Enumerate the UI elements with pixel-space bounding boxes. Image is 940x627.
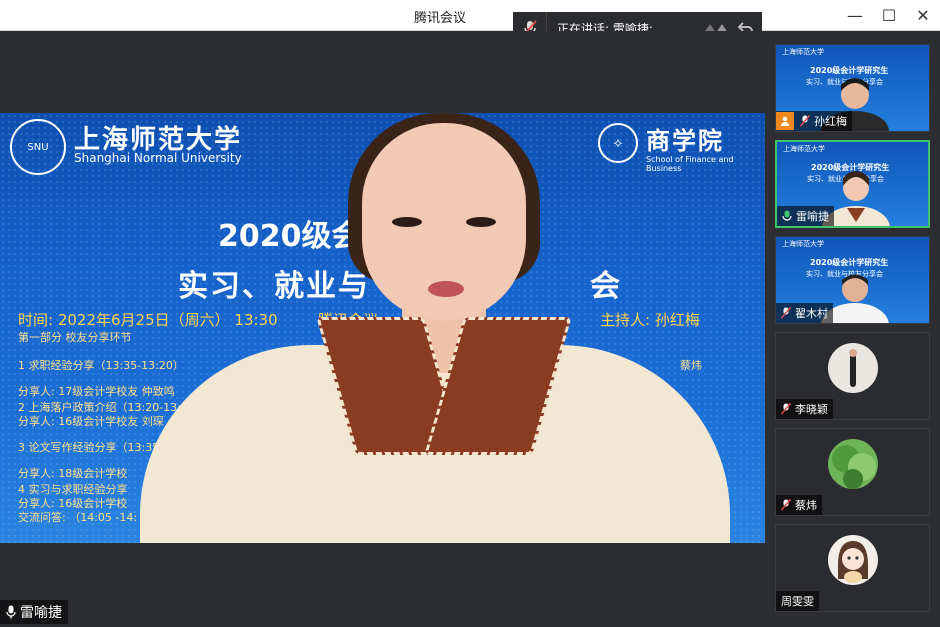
maximize-button[interactable]: ☐ xyxy=(872,0,906,31)
participant-label: 孙红梅 xyxy=(776,111,852,131)
participant-tile[interactable]: 上海师范大学 2020级会计学研究生 实习、就业与校友分享会 雷喻捷 xyxy=(775,140,930,228)
mic-muted-icon xyxy=(781,403,791,415)
participant-name: 孙红梅 xyxy=(814,115,847,128)
mic-active-icon xyxy=(782,210,792,221)
participant-name: 翟木村 xyxy=(795,307,828,320)
mic-muted-icon xyxy=(800,115,810,127)
window-controls: — ☐ ✕ xyxy=(838,0,940,31)
slide-line: 交流问答: （14:05 -14: xyxy=(18,511,138,524)
participant-list: 上海师范大学 2020级会计学研究生 实习、就业与校友分享会 孙红梅 上海师范大… xyxy=(765,31,940,627)
window-title: 腾讯会议 xyxy=(413,11,466,26)
participant-label: 李晓颖 xyxy=(776,399,833,419)
host-user-icon xyxy=(776,112,794,130)
main-video-area: SNU 上海师范大学 Shanghai Normal University ⟡ … xyxy=(0,31,765,627)
participant-name: 李晓颖 xyxy=(795,403,828,416)
participant-label: 周雯雯 xyxy=(776,591,819,611)
participant-label: 雷喻捷 xyxy=(777,206,834,226)
participant-avatar xyxy=(828,439,878,489)
mic-muted-icon xyxy=(781,307,791,319)
speaker-eye-right xyxy=(466,217,496,227)
thumb-slide-university: 上海师范大学 xyxy=(782,240,824,248)
title-bar: 腾讯会议 — ☐ ✕ xyxy=(0,0,940,31)
participant-name: 雷喻捷 xyxy=(796,210,829,223)
participant-tile[interactable]: 上海师范大学 2020级会计学研究生 实习、就业与校友分享会 孙红梅 xyxy=(775,44,930,132)
minimize-button[interactable]: — xyxy=(838,0,872,31)
thumb-slide-university: 上海师范大学 xyxy=(782,48,824,56)
close-button[interactable]: ✕ xyxy=(906,0,940,31)
slide-line: 第一部分 校友分享环节 xyxy=(18,331,132,344)
participant-avatar xyxy=(828,535,878,585)
speaker-mouth xyxy=(428,281,464,297)
participant-label: 蔡炜 xyxy=(776,495,822,515)
participant-tile[interactable]: 上海师范大学 2020级会计学研究生 实习、就业与校友分享会 翟木村 xyxy=(775,236,930,324)
participant-avatar xyxy=(828,343,878,393)
main-speaker-name: 雷喻捷 xyxy=(20,605,62,621)
participant-tile[interactable]: 李晓颖 xyxy=(775,332,930,420)
participant-tile[interactable]: 蔡炜 xyxy=(775,428,930,516)
thumb-slide-university: 上海师范大学 xyxy=(783,145,825,153)
speaker-face xyxy=(362,123,526,321)
participant-name: 蔡炜 xyxy=(795,499,817,512)
speaker-video: SNU 上海师范大学 Shanghai Normal University ⟡ … xyxy=(0,113,765,543)
participant-label: 翟木村 xyxy=(776,303,833,323)
university-logo: SNU xyxy=(10,119,66,175)
participant-name: 周雯雯 xyxy=(781,595,814,608)
mic-icon xyxy=(6,605,16,619)
participant-tile[interactable]: 周雯雯 xyxy=(775,524,930,612)
speaker-person xyxy=(140,113,730,543)
main-speaker-label: 雷喻捷 xyxy=(0,600,68,624)
mic-muted-icon xyxy=(781,499,791,511)
slide-line: 分享人: 18级会计学校 xyxy=(18,467,128,480)
speaker-eye-left xyxy=(392,217,422,227)
